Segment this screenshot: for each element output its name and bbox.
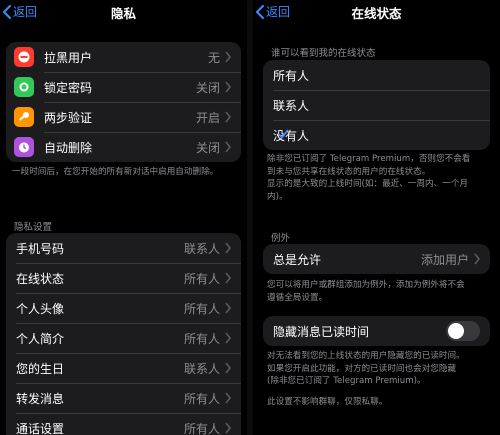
note-line: 遵循全局设置。 bbox=[267, 292, 328, 303]
row-value: 所有人 bbox=[183, 421, 220, 435]
security-group: 拉黑用户 无 锁定密码 关闭 两步验证 开启 自动删除 关闭 bbox=[6, 42, 241, 162]
note-line: 到未与您共享在线状态的用户的在线状态。 bbox=[267, 166, 431, 177]
note-line: (除非您已订阅了 Telegram Premium)。 bbox=[267, 376, 426, 386]
row-label: 自动删除 bbox=[44, 140, 93, 155]
hide-read-time-row: 隐藏消息已读时间 bbox=[263, 316, 490, 346]
visibility-options-group: 所有人 联系人 没有人 bbox=[263, 60, 490, 150]
row-label: 锁定密码 bbox=[44, 80, 93, 95]
chevron-right-icon bbox=[225, 362, 232, 374]
note-line: 显示的是大致的上线时间(如：最近、一周内、一个月 bbox=[267, 179, 469, 189]
navigation-bar: 返回 在线状态 bbox=[253, 0, 500, 24]
checkmark-icon bbox=[278, 129, 289, 139]
phone-number-row[interactable]: 手机号码 联系人 bbox=[6, 233, 241, 263]
exceptions-group: 总是允许 添加用户 bbox=[263, 244, 490, 274]
note-line: 对无法看到您的上线状态的用户隐藏您的已读时间。 bbox=[267, 351, 465, 361]
row-value: 联系人 bbox=[183, 241, 220, 256]
hide-read-time-note: 对无法看到您的上线状态的用户隐藏您的已读时间。 如果您开启此功能，对方的已读时间… bbox=[267, 350, 492, 388]
chevron-right-icon bbox=[225, 272, 232, 284]
hide-read-time-group: 隐藏消息已读时间 bbox=[263, 316, 490, 346]
row-value: 开启 bbox=[195, 110, 220, 125]
row-value: 所有人 bbox=[183, 331, 220, 346]
row-label: 两步验证 bbox=[44, 110, 93, 125]
option-label: 所有人 bbox=[273, 68, 310, 83]
row-label: 您的生日 bbox=[16, 361, 65, 376]
row-label: 个人头像 bbox=[16, 301, 65, 316]
row-label: 总是允许 bbox=[273, 252, 322, 267]
chevron-right-icon bbox=[225, 141, 232, 153]
option-everybody[interactable]: 所有人 bbox=[263, 60, 490, 90]
row-label: 通话设置 bbox=[16, 421, 65, 435]
calls-row[interactable]: 通话设置 所有人 bbox=[6, 413, 241, 435]
exceptions-note: 您可以将用户或群组添加为例外，添加为例外将不会 遵循全局设置。 bbox=[267, 279, 492, 304]
two-step-row[interactable]: 两步验证 开启 bbox=[6, 102, 241, 132]
last-seen-screen: 返回 在线状态 谁可以看到我的在线状态 所有人 联系人 没有人 除非您已订阅了 … bbox=[253, 0, 500, 435]
row-label: 手机号码 bbox=[16, 241, 65, 256]
section-header: 谁可以看到我的在线状态 bbox=[271, 48, 376, 59]
privacy-settings-group: 手机号码 联系人 在线状态 所有人 个人头像 所有人 个人简介 所有人 您的生日 bbox=[6, 233, 241, 435]
hide-read-time-note-2: 此设置不影响群聊，仅限私聊。 bbox=[267, 397, 388, 407]
page-title: 隐私 bbox=[110, 6, 136, 21]
passcode-icon bbox=[14, 77, 34, 97]
note-line: 您可以将用户或群组添加为例外，添加为例外将不会 bbox=[267, 280, 465, 290]
note-line: 内)。 bbox=[267, 191, 288, 202]
note-line: 如果您开启此功能，对方的已读时间也会对您隐藏 bbox=[267, 363, 457, 374]
last-seen-row[interactable]: 在线状态 所有人 bbox=[6, 263, 241, 293]
option-nobody[interactable]: 没有人 bbox=[263, 120, 490, 150]
chevron-right-icon bbox=[225, 51, 232, 63]
row-value: 无 bbox=[207, 50, 220, 65]
chevron-right-icon bbox=[225, 111, 232, 123]
row-value: 所有人 bbox=[183, 301, 220, 316]
forwarded-messages-row[interactable]: 转发消息 所有人 bbox=[6, 383, 241, 413]
option-label: 没有人 bbox=[273, 128, 310, 143]
bio-row[interactable]: 个人简介 所有人 bbox=[6, 323, 241, 353]
chevron-right-icon bbox=[225, 81, 232, 93]
row-label: 个人简介 bbox=[16, 331, 65, 346]
row-value: 关闭 bbox=[195, 140, 220, 155]
key-icon bbox=[14, 107, 34, 127]
chevron-right-icon bbox=[225, 392, 232, 404]
profile-photo-row[interactable]: 个人头像 所有人 bbox=[6, 293, 241, 323]
hide-read-time-toggle[interactable] bbox=[446, 321, 480, 341]
row-value: 关闭 bbox=[195, 80, 220, 95]
blocked-users-row[interactable]: 拉黑用户 无 bbox=[6, 42, 241, 72]
row-label: 隐藏消息已读时间 bbox=[273, 324, 370, 339]
last-seen-note: 除非您已订阅了 Telegram Premium，否则您不会看 到未与您共享在线… bbox=[267, 153, 492, 203]
passcode-row[interactable]: 锁定密码 关闭 bbox=[6, 72, 241, 102]
always-allow-row[interactable]: 总是允许 添加用户 bbox=[263, 244, 490, 274]
section-header: 例外 bbox=[271, 233, 291, 244]
row-label: 在线状态 bbox=[16, 271, 65, 286]
chevron-right-icon bbox=[225, 332, 232, 344]
auto-delete-note: 一段时间后，在您开始的所有新对话中启用自动删除。 bbox=[12, 167, 219, 177]
chevron-right-icon bbox=[225, 302, 232, 314]
row-value: 所有人 bbox=[183, 271, 220, 286]
chevron-right-icon bbox=[474, 253, 481, 265]
auto-delete-row[interactable]: 自动删除 关闭 bbox=[6, 132, 241, 162]
row-label: 拉黑用户 bbox=[44, 50, 93, 65]
timer-icon bbox=[14, 137, 34, 157]
toggle-knob bbox=[448, 323, 464, 339]
chevron-right-icon bbox=[225, 422, 232, 434]
block-icon bbox=[14, 47, 34, 67]
navigation-bar: 返回 隐私 bbox=[0, 0, 247, 24]
row-value: 所有人 bbox=[183, 391, 220, 406]
birthday-row[interactable]: 您的生日 联系人 bbox=[6, 353, 241, 383]
page-title: 在线状态 bbox=[351, 6, 402, 21]
row-value: 联系人 bbox=[183, 361, 220, 376]
note-line: 除非您已订阅了 Telegram Premium，否则您不会看 bbox=[267, 154, 471, 164]
row-label: 转发消息 bbox=[16, 391, 65, 406]
section-header: 隐私设置 bbox=[14, 222, 53, 233]
chevron-right-icon bbox=[225, 242, 232, 254]
option-contacts[interactable]: 联系人 bbox=[263, 90, 490, 120]
option-label: 联系人 bbox=[273, 98, 310, 113]
row-value: 添加用户 bbox=[420, 252, 469, 267]
privacy-screen: 返回 隐私 拉黑用户 无 锁定密码 关闭 两步验证 开启 自动删除 关闭 一段时… bbox=[0, 0, 247, 435]
